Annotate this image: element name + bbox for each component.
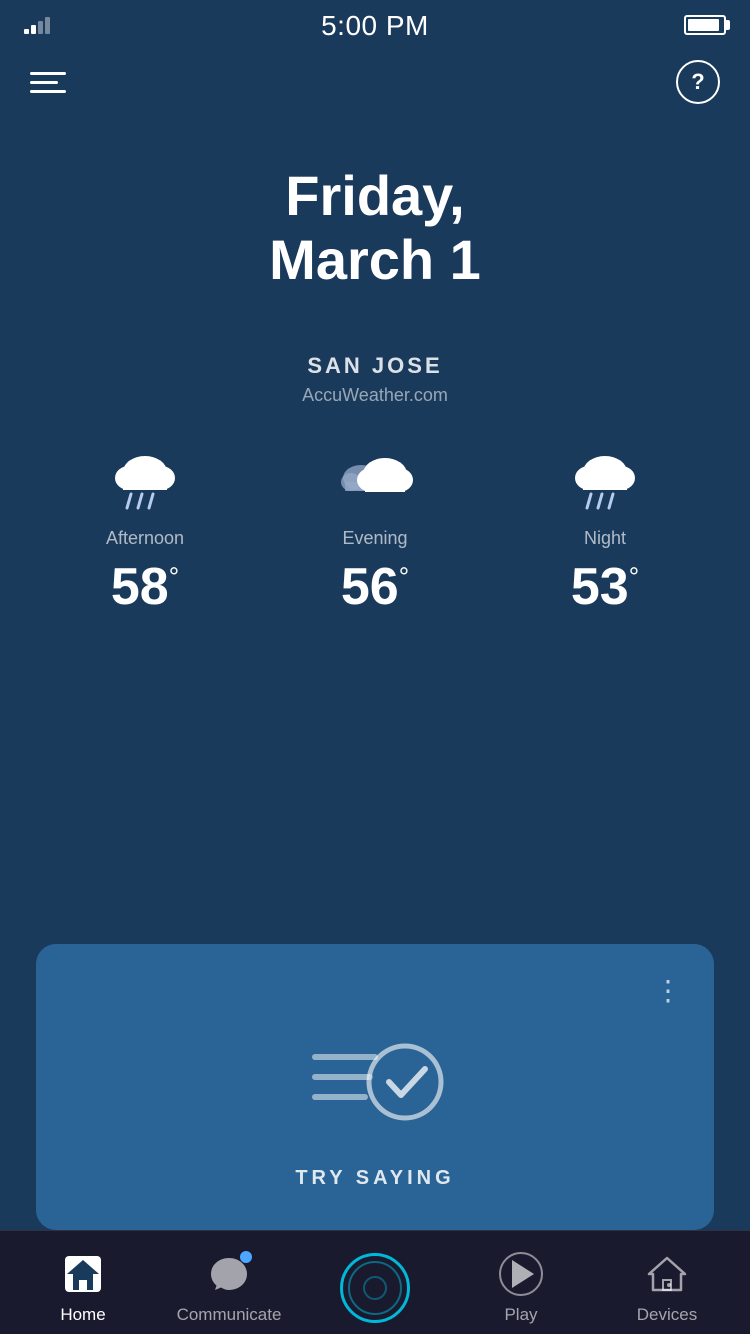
night-label: Night [584, 528, 626, 549]
nav-item-alexa[interactable] [302, 1243, 448, 1323]
menu-button[interactable] [30, 72, 66, 93]
location-section: SAN JOSE AccuWeather.com [0, 353, 750, 406]
bottom-nav: Home Communicate Play [0, 1230, 750, 1334]
battery-fill [688, 19, 719, 31]
hamburger-line-3 [30, 90, 66, 93]
weather-card-afternoon: Afternoon 58° [105, 446, 185, 613]
help-icon: ? [691, 69, 704, 95]
header-bar: ? [0, 50, 750, 114]
evening-weather-icon [335, 446, 415, 516]
try-saying-label: TRY SAYING [295, 1167, 454, 1190]
status-time: 5:00 PM [321, 10, 429, 42]
communicate-nav-label: Communicate [177, 1305, 282, 1325]
alexa-inner-circle [348, 1261, 402, 1315]
weather-card-evening: Evening 56° [335, 446, 415, 613]
weather-source: AccuWeather.com [0, 385, 750, 406]
night-weather-icon [565, 446, 645, 516]
hamburger-line-2 [30, 81, 58, 84]
play-triangle-icon [512, 1260, 534, 1288]
alexa-ring-button[interactable] [340, 1253, 410, 1323]
help-button[interactable]: ? [676, 60, 720, 104]
date-section: Friday, March 1 [0, 164, 750, 293]
date-line2: March 1 [0, 228, 750, 292]
nav-item-devices[interactable]: Devices [594, 1241, 740, 1325]
nav-item-communicate[interactable]: Communicate [156, 1241, 302, 1325]
play-icon-wrap [498, 1251, 544, 1297]
afternoon-weather-icon [105, 446, 185, 516]
signal-bar-3 [38, 21, 43, 34]
signal-bar-1 [24, 29, 29, 34]
status-bar: 5:00 PM [0, 0, 750, 50]
devices-icon-wrap [644, 1251, 690, 1297]
battery-icon [684, 15, 726, 35]
card-menu-button[interactable]: ⋮ [654, 974, 684, 1007]
home-icon-wrap [60, 1251, 106, 1297]
devices-nav-label: Devices [637, 1305, 697, 1325]
check-icon-wrap [295, 1027, 455, 1137]
afternoon-temp: 58° [111, 561, 179, 613]
try-saying-card: ⋮ TRY SAYING [36, 944, 714, 1230]
signal-bar-4 [45, 17, 50, 34]
play-circle-icon [499, 1252, 543, 1296]
signal-bar-2 [31, 25, 36, 34]
nav-item-home[interactable]: Home [10, 1241, 156, 1325]
evening-label: Evening [342, 528, 407, 549]
signal-bars [24, 16, 50, 34]
weather-row: Afternoon 58° Evening 56° [0, 446, 750, 613]
home-nav-label: Home [60, 1305, 105, 1325]
night-temp: 53° [571, 561, 639, 613]
communicate-icon-wrap [206, 1251, 252, 1297]
date-display: Friday, March 1 [0, 164, 750, 293]
communicate-notification-dot [240, 1251, 252, 1263]
nav-item-play[interactable]: Play [448, 1241, 594, 1325]
play-nav-label: Play [504, 1305, 537, 1325]
signal-indicator [24, 16, 50, 34]
hamburger-line-1 [30, 72, 66, 75]
city-name: SAN JOSE [0, 353, 750, 379]
weather-card-night: Night 53° [565, 446, 645, 613]
afternoon-label: Afternoon [106, 528, 184, 549]
date-line1: Friday, [0, 164, 750, 228]
evening-temp: 56° [341, 561, 409, 613]
